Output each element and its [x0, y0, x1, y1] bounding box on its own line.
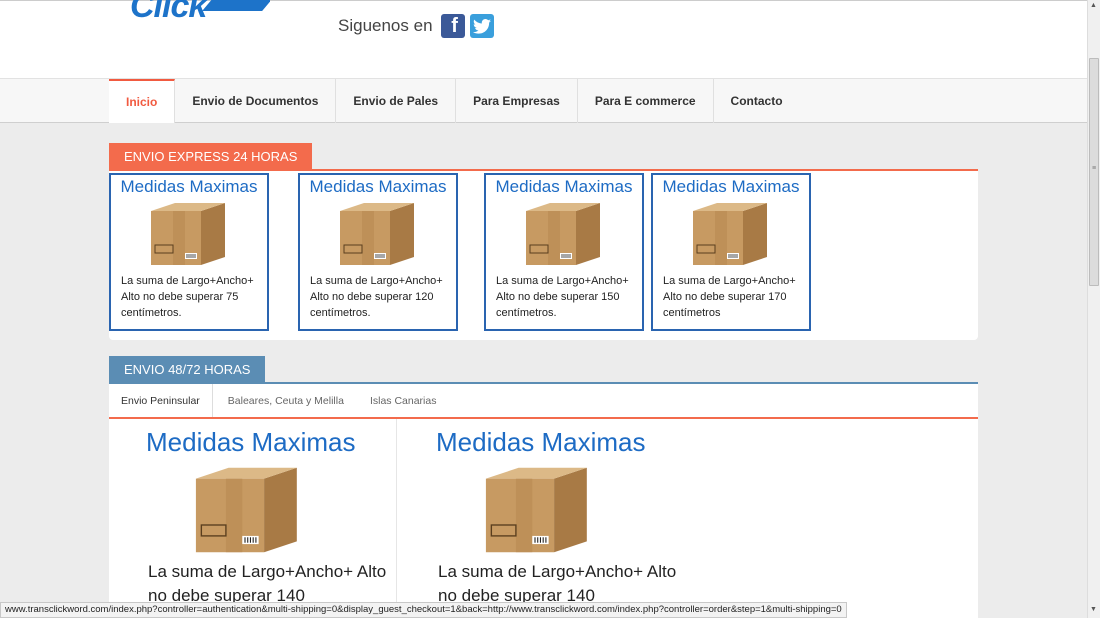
- nav-item-2[interactable]: Envio de Pales: [336, 79, 457, 123]
- scroll-down-arrow-icon[interactable]: ▼: [1090, 606, 1097, 613]
- main-nav: Inicio Envio de Documentos Envio de Pales P…: [0, 78, 1087, 123]
- package-box-icon: [147, 201, 227, 267]
- region-tab-1[interactable]: Baleares, Ceuta y Melilla: [213, 384, 358, 417]
- package-box-icon: [480, 465, 590, 555]
- package-box-icon: [689, 201, 769, 267]
- card-title: Medidas Maximas: [495, 177, 633, 196]
- card-description: La suma de Largo+Ancho+ Alto no debe sup…: [310, 275, 443, 319]
- express-section-tab[interactable]: ENVIO EXPRESS 24 HORAS: [109, 143, 313, 170]
- card-description: La suma de Largo+Ancho+ Alto no debe sup…: [496, 275, 629, 319]
- nav-list: Inicio Envio de Documentos Envio de Pales P…: [109, 79, 800, 123]
- standard-section-tab[interactable]: ENVIO 48/72 HORAS: [109, 356, 266, 383]
- package-box-icon: [190, 465, 300, 555]
- card-title: Medidas Maximas: [309, 177, 447, 196]
- site-logo[interactable]: Click: [130, 0, 270, 23]
- standard-card: Medidas Maximas La suma de Largo+Ancho+ A…: [146, 427, 406, 605]
- social-label: Siguenos en: [338, 16, 433, 35]
- card-description: La suma de Largo+Ancho+ Alto no debe sup…: [121, 275, 254, 319]
- nav-item-3[interactable]: Para Empresas: [456, 79, 578, 123]
- card-title: Medidas Maximas: [146, 427, 356, 457]
- region-tab-2[interactable]: Islas Canarias: [358, 384, 449, 417]
- scroll-thumb[interactable]: ≡: [1089, 58, 1099, 286]
- nav-item-4[interactable]: Para E commerce: [578, 79, 714, 123]
- site-header: Click Siguenos en f: [0, 0, 1087, 78]
- express-card: Medidas Maximas La suma de Largo+Ancho+ A…: [298, 173, 458, 331]
- region-tabs: Envio Peninsular Baleares, Ceuta y Melill…: [109, 384, 978, 419]
- social-links: Siguenos en f: [338, 13, 499, 39]
- logo-text: Click: [130, 0, 207, 23]
- card-description: La suma de Largo+Ancho+ Alto no debe sup…: [663, 275, 796, 319]
- twitter-icon[interactable]: [469, 14, 494, 38]
- card-title: Medidas Maximas: [436, 427, 646, 457]
- standard-panel: Medidas Maximas La suma de Largo+Ancho+ A…: [109, 419, 978, 618]
- nav-item-1[interactable]: Envio de Documentos: [175, 79, 337, 123]
- package-box-icon: [522, 201, 602, 267]
- standard-card: Medidas Maximas La suma de Largo+Ancho+ A…: [436, 427, 696, 605]
- nav-item-0[interactable]: Inicio: [109, 79, 176, 123]
- card-title: Medidas Maximas: [662, 177, 800, 196]
- scroll-up-arrow-icon[interactable]: ▲: [1090, 2, 1097, 9]
- grip-icon: ≡: [1092, 165, 1097, 172]
- package-box-icon: [336, 201, 416, 267]
- region-tab-0[interactable]: Envio Peninsular: [109, 384, 213, 417]
- nav-item-5[interactable]: Contacto: [714, 79, 800, 123]
- express-card: Medidas Maximas La suma de Largo+Ancho+ A…: [109, 173, 269, 331]
- facebook-icon[interactable]: f: [440, 14, 465, 38]
- card-description: La suma de Largo+Ancho+ Alto no debe sup…: [438, 562, 677, 605]
- vertical-scrollbar[interactable]: ▲ ≡ ▼: [1087, 0, 1100, 618]
- card-title: Medidas Maximas: [120, 177, 258, 196]
- card-description: La suma de Largo+Ancho+ Alto no debe sup…: [148, 562, 387, 605]
- express-card: Medidas Maximas La suma de Largo+Ancho+ A…: [484, 173, 644, 331]
- status-bar-url: www.transclickword.com/index.php?control…: [0, 602, 847, 618]
- express-panel: Medidas Maximas La suma de Largo+Ancho+ A…: [109, 171, 978, 340]
- logo-swoosh: [202, 0, 270, 11]
- express-card: Medidas Maximas La suma de Largo+Ancho+ A…: [651, 173, 811, 331]
